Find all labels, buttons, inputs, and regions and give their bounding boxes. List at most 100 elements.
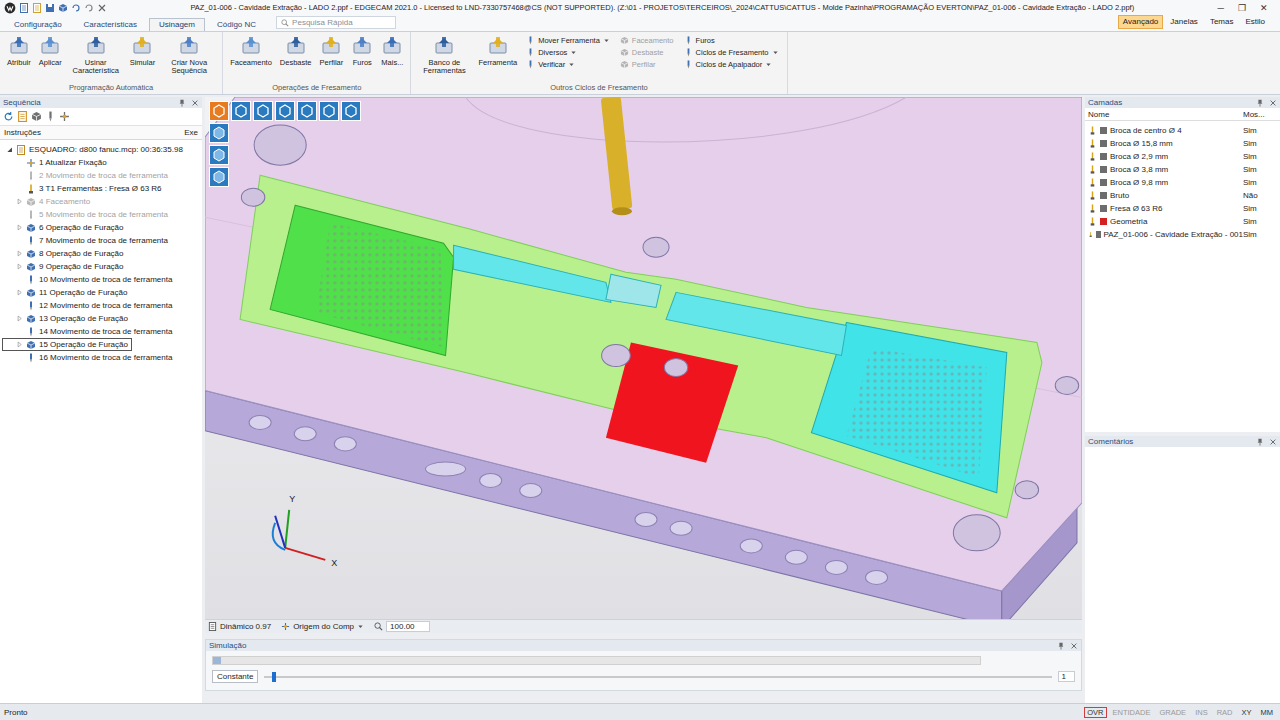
search-icon[interactable] [281, 19, 289, 27]
doc-icon[interactable] [17, 111, 28, 122]
view-orient-icon[interactable] [209, 167, 229, 187]
ribbon-small-button[interactable]: Furos [684, 36, 779, 45]
tree-item[interactable]: 10 Movimento de troca de ferramenta [2, 273, 176, 286]
window-control[interactable]: ✕ [1260, 3, 1268, 13]
tri-right-icon[interactable] [16, 250, 23, 257]
arrows-icon[interactable] [59, 111, 70, 122]
undo-icon[interactable] [84, 3, 94, 13]
layer-row[interactable]: BrutoNão [1085, 189, 1280, 202]
close-icon[interactable] [97, 3, 107, 13]
right-menu-item[interactable]: Janelas [1165, 15, 1203, 29]
status-indicator[interactable]: XY [1238, 707, 1254, 718]
close-icon[interactable] [1269, 438, 1277, 446]
right-menu-item[interactable]: Avançado [1118, 15, 1163, 29]
zoom-field[interactable]: 100.00 [374, 621, 429, 632]
logo-icon[interactable] [4, 2, 16, 14]
close-icon[interactable] [191, 99, 199, 107]
refresh-icon[interactable] [3, 111, 14, 122]
tree-item[interactable]: 5 Movimento de troca de ferramenta [2, 208, 172, 221]
right-menu-item[interactable]: Temas [1205, 15, 1239, 29]
tree-item[interactable]: 14 Movimento de troca de ferramenta [2, 325, 176, 338]
tri-right-icon[interactable] [16, 315, 23, 322]
ribbon-button[interactable]: Faceamento [227, 34, 275, 68]
window-control[interactable]: ❐ [1238, 3, 1246, 13]
view-tool-icon[interactable] [341, 101, 361, 121]
view-orient-icon[interactable] [209, 145, 229, 165]
view-tool-icon[interactable] [253, 101, 273, 121]
ribbon-small-button[interactable]: Mover Ferramenta [526, 36, 610, 45]
ribbon-button[interactable]: Atribuir [4, 34, 34, 68]
menu-tab[interactable]: Características [74, 18, 147, 31]
tree-item[interactable]: 1 Atualizar Fixação [2, 156, 111, 169]
layer-row[interactable]: PAZ_01-006 - Cavidade Extração - 001Sim [1085, 228, 1280, 241]
cube-icon[interactable] [31, 111, 42, 122]
view-tool-icon[interactable] [275, 101, 295, 121]
ribbon-small-button[interactable]: Perfilar [620, 60, 674, 69]
status-indicator[interactable]: INS [1192, 707, 1211, 718]
tri-right-icon[interactable] [16, 289, 23, 296]
ribbon-button[interactable]: Ferramenta [475, 34, 520, 68]
ribbon-button[interactable]: Banco de Ferramentas [415, 34, 473, 77]
pin-icon[interactable] [178, 99, 186, 107]
cube-icon[interactable] [58, 3, 68, 13]
status-indicator[interactable]: RAD [1214, 707, 1236, 718]
ribbon-button[interactable]: Usinar Característica [67, 34, 125, 77]
layer-row[interactable]: Broca Ø 15,8 mmSim [1085, 137, 1280, 150]
ribbon-small-button[interactable]: Verificar [526, 60, 610, 69]
view-tool-icon[interactable] [297, 101, 317, 121]
layer-row[interactable]: Fresa Ø 63 R6Sim [1085, 202, 1280, 215]
doc-icon[interactable] [19, 3, 29, 13]
speed-slider[interactable] [264, 676, 1051, 678]
tree-item[interactable]: 8 Operação de Furação [2, 247, 128, 260]
quick-search[interactable]: Pesquisa Rápida [276, 16, 396, 29]
ribbon-button[interactable]: Mais... [378, 34, 406, 68]
ribbon-button[interactable]: Simular [127, 34, 158, 68]
pin-icon[interactable] [1256, 438, 1264, 446]
view-tool-icon[interactable] [231, 101, 251, 121]
model-view[interactable]: XY [205, 97, 1082, 619]
tree-item[interactable]: 3 T1 Ferramentas : Fresa Ø 63 R6 [2, 182, 166, 195]
status-indicator[interactable]: ENTIDADE [1110, 707, 1154, 718]
ribbon-button[interactable]: Aplicar [36, 34, 65, 68]
status-indicator[interactable]: GRADE [1156, 707, 1189, 718]
menu-tab[interactable]: Configuração [4, 18, 72, 31]
pin-icon[interactable] [1256, 99, 1264, 107]
tree-item[interactable]: 4 Faceamento [2, 195, 94, 208]
status-indicator[interactable]: MM [1258, 707, 1277, 718]
tree-item[interactable]: 11 Operação de Furação [2, 286, 131, 299]
view-tool-icon[interactable] [319, 101, 339, 121]
layer-row[interactable]: GeometriaSim [1085, 215, 1280, 228]
ribbon-small-button[interactable]: Faceamento [620, 36, 674, 45]
save-icon[interactable] [45, 3, 55, 13]
ribbon-button[interactable]: Furos [348, 34, 376, 68]
view-orient-icon[interactable] [209, 123, 229, 143]
layer-row[interactable]: Broca Ø 9,8 mmSim [1085, 176, 1280, 189]
tree-root[interactable]: ESQUADRO: d800 fanuc.mcp: 00:36:35.98 [2, 143, 187, 156]
view-tool-icon[interactable] [209, 101, 229, 121]
ribbon-small-button[interactable]: Ciclos de Apalpador [684, 60, 779, 69]
layer-row[interactable]: Broca de centro Ø 4Sim [1085, 124, 1280, 137]
tri-right-icon[interactable] [16, 263, 23, 270]
pin-icon[interactable] [1057, 642, 1065, 650]
tri-down-icon[interactable] [6, 146, 13, 153]
column-label[interactable]: Instruções [4, 128, 41, 137]
ribbon-button[interactable]: Criar Nova Sequência [160, 34, 218, 77]
graphics-viewport[interactable]: XY [205, 97, 1082, 619]
ribbon-small-button[interactable]: Diversos [526, 48, 610, 57]
layer-row[interactable]: Broca Ø 2,9 mmSim [1085, 150, 1280, 163]
layer-row[interactable]: Broca Ø 3,8 mmSim [1085, 163, 1280, 176]
tree-item[interactable]: 2 Movimento de troca de ferramenta [2, 169, 172, 182]
window-control[interactable]: ─ [1218, 3, 1224, 13]
tri-right-icon[interactable] [16, 224, 23, 231]
origin-select[interactable]: Origem do Comp [281, 622, 364, 631]
simulation-timeline[interactable] [212, 656, 981, 665]
tree-item[interactable]: 13 Operação de Furação [2, 312, 132, 325]
speed-mode-button[interactable]: Constante [212, 670, 258, 683]
tree-item[interactable]: 15 Operação de Furação [2, 338, 132, 351]
speed-value[interactable]: 1 [1058, 671, 1075, 682]
status-indicator[interactable]: OVR [1084, 707, 1106, 718]
right-menu-item[interactable]: Estilo [1240, 15, 1270, 29]
tree-item[interactable]: 9 Operação de Furação [2, 260, 128, 273]
tree-item[interactable]: 6 Operação de Furação [2, 221, 128, 234]
doc-icon[interactable] [32, 3, 42, 13]
